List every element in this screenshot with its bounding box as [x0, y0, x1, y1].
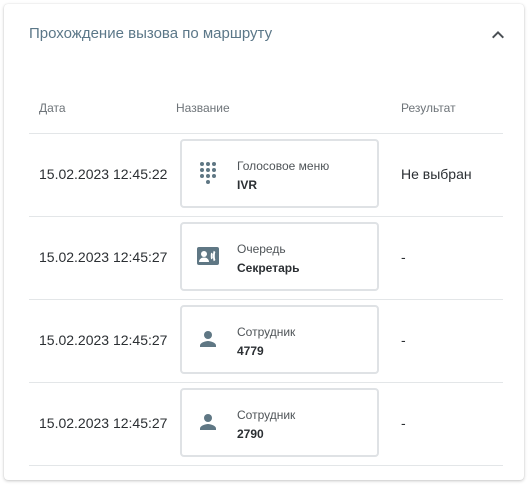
node-type: Сотрудник	[237, 325, 296, 339]
route-node-card[interactable]: Очередь Секретарь	[180, 222, 379, 291]
table-row: 15.02.2023 12:45:27 Сотрудник 2790 -	[29, 383, 503, 466]
row-result: -	[401, 415, 406, 431]
node-name: IVR	[237, 178, 258, 192]
collapse-button[interactable]	[486, 23, 510, 47]
row-date: 15.02.2023 12:45:27	[39, 332, 168, 348]
person-icon	[196, 327, 220, 351]
node-type: Очередь	[237, 242, 286, 256]
row-result: Не выбран	[401, 166, 472, 182]
chevron-up-icon	[486, 23, 510, 47]
column-header-name: Название	[176, 101, 230, 115]
row-date: 15.02.2023 12:45:22	[39, 166, 168, 182]
column-header-date: Дата	[39, 101, 66, 115]
route-node-card[interactable]: Сотрудник 4779	[180, 305, 379, 374]
contact-card-icon	[196, 244, 220, 268]
column-header-result: Результат	[401, 101, 456, 115]
call-route-panel: Прохождение вызова по маршруту Дата Назв…	[4, 4, 524, 480]
row-result: -	[401, 332, 406, 348]
route-table: Дата Название Результат 15.02.2023 12:45…	[29, 84, 503, 466]
row-date: 15.02.2023 12:45:27	[39, 249, 168, 265]
node-type: Голосовое меню	[237, 159, 330, 173]
node-type: Сотрудник	[237, 408, 296, 422]
table-row: 15.02.2023 12:45:27 Очередь Секретарь -	[29, 217, 503, 300]
table-row: 15.02.2023 12:45:22 Голосовое меню IVR Н…	[29, 134, 503, 217]
panel-title: Прохождение вызова по маршруту	[29, 25, 273, 42]
route-node-card[interactable]: Сотрудник 2790	[180, 388, 379, 457]
route-node-card[interactable]: Голосовое меню IVR	[180, 139, 379, 208]
dialpad-icon	[196, 161, 220, 185]
table-header: Дата Название Результат	[29, 84, 503, 134]
table-row: 15.02.2023 12:45:27 Сотрудник 4779 -	[29, 300, 503, 383]
node-name: Секретарь	[237, 261, 300, 275]
node-name: 4779	[237, 344, 264, 358]
row-result: -	[401, 249, 406, 265]
person-icon	[196, 410, 220, 434]
row-date: 15.02.2023 12:45:27	[39, 415, 168, 431]
panel-header[interactable]: Прохождение вызова по маршруту	[4, 4, 524, 66]
node-name: 2790	[237, 427, 264, 441]
